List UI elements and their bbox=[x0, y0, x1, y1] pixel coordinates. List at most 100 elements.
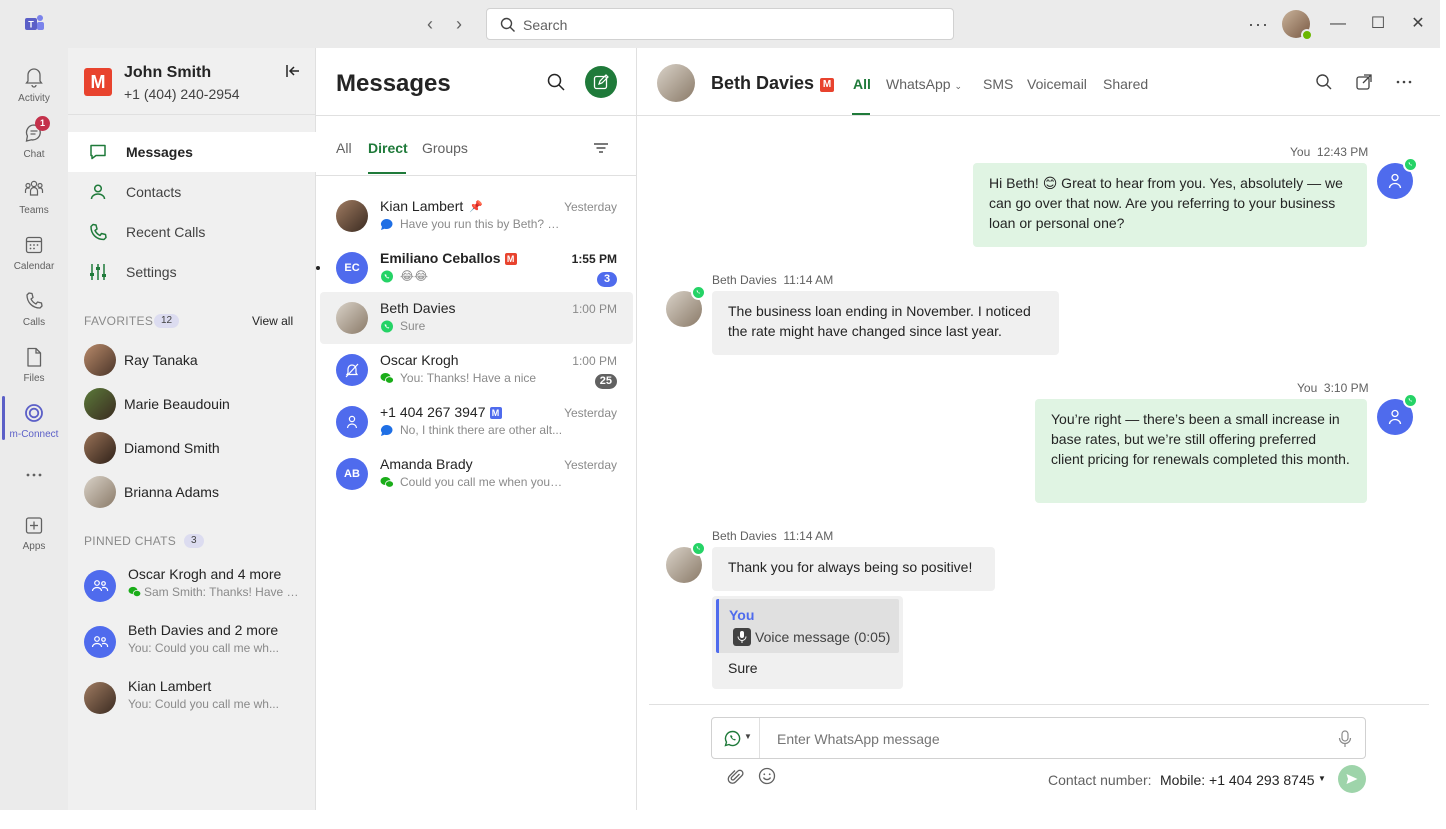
microphone-icon[interactable] bbox=[1338, 730, 1352, 748]
person-icon bbox=[90, 184, 106, 200]
rail-item-chat[interactable]: 1 Chat bbox=[0, 116, 68, 172]
rail-item-calendar[interactable]: Calendar bbox=[0, 228, 68, 284]
contact-avatar[interactable] bbox=[657, 64, 695, 102]
bell-icon bbox=[25, 68, 43, 88]
incoming-message[interactable]: The business loan ending in November. I … bbox=[712, 291, 1059, 355]
avatar: AB bbox=[336, 458, 368, 490]
tab-all[interactable]: All bbox=[336, 140, 352, 156]
rail-item-files[interactable]: Files bbox=[0, 340, 68, 396]
emoji-icon[interactable] bbox=[758, 767, 776, 785]
rail-item-m-connect[interactable]: m-Connect bbox=[0, 396, 68, 452]
whatsapp-icon bbox=[691, 541, 706, 556]
divider bbox=[316, 115, 637, 116]
tab-shared[interactable]: Shared bbox=[1103, 76, 1148, 92]
message-time: 11:14 AM bbox=[783, 529, 834, 543]
search-icon[interactable] bbox=[546, 72, 566, 92]
tab-direct[interactable]: Direct bbox=[368, 140, 408, 156]
global-search-input[interactable]: Search bbox=[486, 8, 954, 40]
conversation-item[interactable]: AB Amanda Brady Yesterday Could you call… bbox=[320, 448, 633, 500]
conversation-time: 1:00 PM bbox=[572, 302, 617, 316]
avatar bbox=[84, 432, 116, 464]
chevron-down-icon[interactable]: ▼ bbox=[1318, 774, 1326, 783]
collapse-sidebar-icon[interactable] bbox=[284, 62, 302, 80]
app-rail: Activity 1 Chat Teams Calendar Calls Fil… bbox=[0, 48, 68, 810]
attach-icon[interactable] bbox=[727, 768, 745, 786]
svg-text:T: T bbox=[28, 20, 34, 30]
avatar bbox=[84, 476, 116, 508]
forward-arrow-icon[interactable]: › bbox=[449, 14, 469, 34]
nav-item-contacts[interactable]: Contacts bbox=[68, 172, 316, 212]
tab-voicemail[interactable]: Voicemail bbox=[1027, 76, 1087, 92]
filter-icon[interactable] bbox=[592, 140, 610, 156]
favorite-item[interactable]: Ray Tanaka bbox=[84, 338, 316, 382]
chat-bubble-icon bbox=[380, 424, 393, 436]
tab-groups[interactable]: Groups bbox=[422, 140, 468, 156]
message-count-badge: 25 bbox=[594, 374, 617, 389]
outgoing-message[interactable]: Hi Beth! 😊 Great to hear from you. Yes, … bbox=[973, 163, 1367, 247]
outgoing-message[interactable]: You’re right — there’s been a small incr… bbox=[1035, 399, 1367, 503]
title-bar: T ‹ › Search ··· — ☐ ✕ bbox=[0, 0, 1440, 48]
conversation-name-row: +1 404 267 3947 M bbox=[380, 404, 502, 420]
more-options-icon[interactable]: ··· bbox=[1248, 14, 1269, 35]
pinned-chat-item[interactable]: Oscar Krogh and 4 more Sam Smith: Thanks… bbox=[84, 558, 316, 614]
nav-item-settings[interactable]: Settings bbox=[68, 252, 316, 292]
favorite-item[interactable]: Marie Beaudouin bbox=[84, 382, 316, 426]
message-time: 12:43 PM bbox=[1316, 145, 1369, 159]
quoted-message[interactable]: You Voice message (0:05) bbox=[716, 599, 899, 653]
favorites-heading: FAVORITES bbox=[84, 314, 154, 328]
conversation-item[interactable]: Kian Lambert 📌 Yesterday Have you run thi… bbox=[320, 190, 633, 242]
m-connect-icon bbox=[25, 404, 43, 422]
tab-whatsapp[interactable]: WhatsApp ⌄ bbox=[886, 76, 962, 92]
pinned-chat-item[interactable]: Beth Davies and 2 more You: Could you ca… bbox=[84, 614, 316, 670]
reply-text: Sure bbox=[728, 660, 758, 676]
favorite-name: Brianna Adams bbox=[124, 484, 219, 500]
rail-item-apps[interactable]: Apps bbox=[0, 508, 68, 564]
teams-logo-icon[interactable]: T bbox=[22, 13, 46, 35]
whatsapp-icon bbox=[724, 730, 741, 747]
conversation-item[interactable]: Oscar Krogh 1:00 PM You: Thanks! Have a … bbox=[320, 344, 633, 396]
new-message-button[interactable] bbox=[585, 66, 617, 98]
message-input[interactable] bbox=[777, 731, 1317, 747]
profile-avatar[interactable] bbox=[1282, 10, 1313, 41]
reply-message[interactable]: You Voice message (0:05) Sure bbox=[712, 596, 903, 689]
favorite-item[interactable]: Brianna Adams bbox=[84, 470, 316, 514]
rail-item-calls[interactable]: Calls bbox=[0, 284, 68, 340]
send-button[interactable] bbox=[1338, 765, 1366, 793]
conversation-item[interactable]: EC Emiliano Ceballos M 1:55 PM 😂😂 3 bbox=[316, 242, 633, 294]
rail-item-more[interactable] bbox=[0, 452, 68, 508]
search-placeholder: Search bbox=[523, 17, 568, 33]
nav-item-messages[interactable]: Messages bbox=[68, 132, 316, 172]
tab-all[interactable]: All bbox=[853, 76, 871, 92]
rail-item-activity[interactable]: Activity bbox=[0, 60, 68, 116]
view-all-favorites-link[interactable]: View all bbox=[252, 314, 293, 328]
rail-label: Chat bbox=[23, 149, 45, 160]
teams-icon bbox=[24, 180, 44, 196]
conversation-item[interactable]: Beth Davies 1:00 PM Sure bbox=[320, 292, 633, 344]
add-app-icon bbox=[25, 517, 43, 534]
tab-sms[interactable]: SMS bbox=[983, 76, 1013, 92]
channel-selector-button[interactable]: ▼ bbox=[712, 718, 760, 758]
chevron-down-icon: ▼ bbox=[744, 732, 752, 741]
more-options-icon[interactable] bbox=[1395, 73, 1413, 91]
favorite-item[interactable]: Diamond Smith bbox=[84, 426, 316, 470]
minimize-icon[interactable]: — bbox=[1328, 14, 1348, 34]
close-icon[interactable]: ✕ bbox=[1408, 14, 1428, 34]
avatar bbox=[336, 302, 368, 334]
pinned-chat-name: Beth Davies and 2 more bbox=[128, 622, 279, 638]
conversation-preview: 😂😂 bbox=[400, 269, 429, 283]
rail-item-teams[interactable]: Teams bbox=[0, 172, 68, 228]
conversation-preview: No, I think there are other alt... bbox=[400, 423, 563, 437]
search-icon[interactable] bbox=[1315, 73, 1333, 91]
pinned-chat-item[interactable]: Kian Lambert You: Could you call me wh..… bbox=[84, 670, 316, 726]
conversation-preview: Have you run this by Beth? M... bbox=[400, 217, 564, 231]
incoming-message[interactable]: Thank you for always being so positive! bbox=[712, 547, 995, 591]
quoted-text: Voice message (0:05) bbox=[755, 629, 891, 645]
nav-item-recent-calls[interactable]: Recent Calls bbox=[68, 212, 316, 252]
back-arrow-icon[interactable]: ‹ bbox=[420, 14, 440, 34]
contact-number-select[interactable]: Mobile: +1 404 293 8745 bbox=[1160, 772, 1315, 788]
conversation-item[interactable]: +1 404 267 3947 M Yesterday No, I think t… bbox=[320, 396, 633, 448]
pop-out-icon[interactable] bbox=[1355, 73, 1373, 91]
conversation-preview: You: Thanks! Have a nice bbox=[400, 371, 537, 385]
rail-label: Calendar bbox=[13, 261, 55, 272]
maximize-icon[interactable]: ☐ bbox=[1368, 14, 1388, 34]
